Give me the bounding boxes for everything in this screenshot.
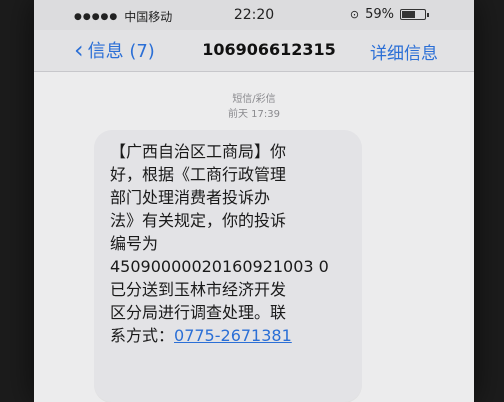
message-line: 区分局进行调查处理。联: [110, 303, 287, 322]
battery-percent: 59%: [365, 7, 394, 22]
battery-icon: [400, 9, 429, 20]
message-line: 好，根据《工商行政管理: [110, 165, 287, 184]
message-line: 法》有关规定，你的投诉: [110, 211, 287, 230]
rotation-lock-icon: ⊙: [349, 8, 360, 21]
message-line: 编号为: [110, 234, 159, 253]
message-thread: 短信/彩信 前天 17:39 【广西自治区工商局】你 好，根据《工商行政管理 部…: [34, 72, 474, 402]
message-line: 部门处理消费者投诉办: [110, 188, 271, 207]
status-right: ⊙ 59%: [349, 7, 429, 22]
message-line: 已分送到玉林市经济开发: [110, 280, 287, 299]
navigation-bar: ‹ 信息 (7) 106906612315 详细信息: [34, 30, 474, 72]
message-line: 45090000020160921003 0: [110, 257, 329, 276]
message-bubble[interactable]: 【广西自治区工商局】你 好，根据《工商行政管理 部门处理消费者投诉办 法》有关规…: [94, 130, 362, 402]
details-button[interactable]: 详细信息: [370, 39, 438, 64]
phone-screen: ●●●●● 中国移动 22:20 ⊙ 59% ‹ 信息 (7) 10690661…: [34, 0, 474, 402]
message-line: 【广西自治区工商局】你: [110, 142, 287, 161]
message-type-label: 短信/彩信: [232, 94, 276, 105]
phone-number-link[interactable]: 0775-2671381: [174, 326, 292, 345]
message-timestamp: 前天 17:39: [228, 109, 280, 120]
message-line-last: 系方式：0775-2671381: [110, 324, 350, 347]
contact-label: 系方式：: [110, 326, 175, 345]
status-bar: ●●●●● 中国移动 22:20 ⊙ 59%: [34, 0, 474, 30]
